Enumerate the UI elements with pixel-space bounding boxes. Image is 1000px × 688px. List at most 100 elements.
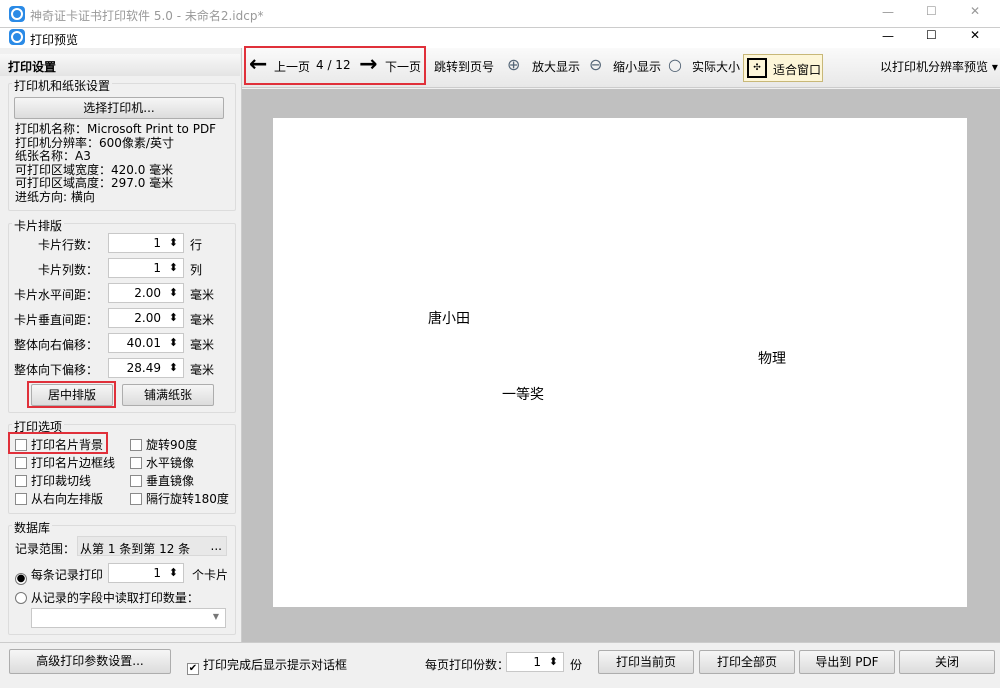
layout-row-label: 卡片垂直间距： (13, 313, 98, 327)
preview-text-name: 唐小田 (428, 311, 470, 327)
option-label: 打印裁切线 (31, 474, 92, 488)
per-record-count[interactable]: 1 (108, 563, 184, 583)
paper-name: 纸张名称：A3 (15, 149, 91, 163)
field-select[interactable]: ▼ (31, 608, 226, 628)
option-checkbox[interactable]: 从右向左排版 (15, 490, 103, 507)
minimize-button[interactable]: — (882, 29, 894, 43)
fit-window-label: 适合窗口 (773, 63, 822, 77)
radio-per-record-label: 每条记录打印 (30, 568, 103, 582)
outer-maximize-button[interactable]: ☐ (926, 4, 937, 18)
next-arrow-icon[interactable]: → (359, 52, 377, 77)
center-layout-button[interactable]: 居中排版 (31, 384, 113, 406)
goto-page-button[interactable]: 跳转到页号 (434, 58, 494, 75)
select-printer-button[interactable]: 选择打印机... (14, 97, 224, 119)
printer-info: 打印机名称：Microsoft Print to PDF 打印机分辨率：600像… (15, 122, 217, 204)
layout-row-spinner[interactable]: 1 (108, 233, 184, 253)
actual-size-button[interactable]: 实际大小 (692, 58, 740, 75)
app-icon (9, 29, 25, 45)
show-dialog-checkbox[interactable]: ✔ 打印完成后显示提示对话框 (187, 656, 347, 675)
option-label: 水平镜像 (146, 456, 195, 470)
layout-row-label: 卡片列数： (37, 263, 98, 277)
layout-row-spinner[interactable]: 2.00 (108, 283, 184, 303)
layout-row-label: 整体向下偏移： (13, 363, 98, 377)
dialog-title: 打印预览 (30, 33, 79, 47)
zoom-out-icon[interactable]: ⊖ (589, 55, 602, 74)
fit-window-icon: ✣ (747, 58, 767, 78)
printer-resolution: 打印机分辨率：600像素/英寸 (15, 135, 174, 150)
layout-row-unit: 毫米 (190, 363, 215, 377)
layout-row-label: 卡片行数： (37, 238, 98, 252)
prev-arrow-icon[interactable]: ← (249, 52, 267, 77)
copies-unit: 份 (570, 658, 583, 672)
layout-row-spinner[interactable]: 28.49 (108, 358, 184, 378)
radio-from-field[interactable]: 从记录的字段中读取打印数量： (15, 589, 199, 606)
range-more-button[interactable]: ... (211, 539, 222, 553)
page-indicator: 4 / 12 (316, 58, 351, 72)
database-group-label: 数据库 (12, 519, 53, 536)
option-label: 隔行旋转180度 (146, 492, 229, 506)
option-label: 打印名片背景 (31, 438, 104, 452)
printer-name: 打印机名称：Microsoft Print to PDF (15, 122, 217, 136)
preview-page: 唐小田 物理 一等奖 (273, 118, 967, 607)
option-label: 旋转90度 (146, 438, 198, 452)
dialog-titlebar: 打印预览 — ☐ ✕ (0, 28, 1000, 48)
printer-group-label: 打印机和纸张设置 (12, 77, 113, 94)
option-checkbox[interactable]: 打印名片边框线 (15, 454, 115, 471)
print-all-button[interactable]: 打印全部页 (699, 650, 795, 674)
outer-minimize-button[interactable]: — (882, 5, 894, 19)
option-checkbox[interactable]: 垂直镜像 (130, 472, 194, 489)
option-label: 打印名片边框线 (31, 456, 116, 470)
resolution-label: 以打印机分辨率预览 (880, 60, 989, 74)
copies-spinner[interactable]: 1 (506, 652, 564, 672)
outer-title: 神奇证卡证书打印软件 5.0 - 未命名2.idcp* (30, 9, 264, 23)
advanced-settings-button[interactable]: 高级打印参数设置... (9, 649, 171, 674)
layout-group-label: 卡片排版 (12, 217, 65, 234)
maximize-button[interactable]: ☐ (926, 28, 937, 42)
radio-per-record[interactable]: ● 每条记录打印 (15, 566, 103, 585)
layout-row-unit: 毫米 (190, 288, 215, 302)
layout-row-spinner[interactable]: 40.01 (108, 333, 184, 353)
prev-page-button[interactable]: 上一页 (274, 58, 310, 75)
print-current-button[interactable]: 打印当前页 (598, 650, 694, 674)
chevron-down-icon: ▼ (212, 612, 219, 621)
layout-row-unit: 行 (190, 238, 203, 252)
layout-row-unit: 毫米 (190, 313, 215, 327)
copies-label: 每页打印份数： (425, 658, 510, 672)
close-button[interactable]: ✕ (970, 28, 980, 42)
option-checkbox[interactable]: 隔行旋转180度 (130, 490, 229, 507)
layout-row-spinner[interactable]: 2.00 (108, 308, 184, 328)
actual-size-icon[interactable]: ○ (668, 55, 682, 74)
layout-row-label: 整体向右偏移： (13, 338, 98, 352)
radio-from-field-label: 从记录的字段中读取打印数量： (30, 591, 199, 605)
outer-close-button[interactable]: ✕ (970, 4, 980, 18)
per-record-unit: 个卡片 (192, 568, 229, 582)
option-label: 从右向左排版 (31, 492, 104, 506)
app-icon (9, 6, 25, 22)
export-pdf-button[interactable]: 导出到 PDF (799, 650, 895, 674)
outer-titlebar: 神奇证卡证书打印软件 5.0 - 未命名2.idcp* — ☐ ✕ (0, 0, 1000, 28)
layout-row-label: 卡片水平间距： (13, 288, 98, 302)
resolution-dropdown[interactable]: 以打印机分辨率预览 ▾ (880, 58, 998, 75)
next-page-button[interactable]: 下一页 (385, 58, 421, 75)
close-dialog-button[interactable]: 关闭 (899, 650, 995, 674)
show-dialog-label: 打印完成后显示提示对话框 (203, 658, 348, 672)
option-checkbox[interactable]: 水平镜像 (130, 454, 194, 471)
option-checkbox[interactable]: 打印名片背景 (15, 436, 103, 453)
layout-row-unit: 毫米 (190, 338, 215, 352)
fit-window-button[interactable]: ✣ 适合窗口 (743, 54, 823, 82)
preview-text-subject: 物理 (758, 351, 786, 367)
paper-orientation: 进纸方向: 横向 (15, 189, 95, 204)
preview-text-award: 一等奖 (502, 387, 544, 403)
option-checkbox[interactable]: 打印裁切线 (15, 472, 91, 489)
fill-paper-button[interactable]: 铺满纸张 (122, 384, 214, 406)
layout-row-spinner[interactable]: 1 (108, 258, 184, 278)
range-field[interactable]: 从第 1 条到第 12 条 ... (77, 536, 227, 556)
layout-row-unit: 列 (190, 263, 203, 277)
range-value: 从第 1 条到第 12 条 (80, 542, 191, 556)
zoom-in-button[interactable]: 放大显示 (532, 58, 580, 75)
option-checkbox[interactable]: 旋转90度 (130, 436, 197, 453)
range-label: 记录范围： (15, 542, 76, 556)
zoom-in-icon[interactable]: ⊕ (507, 55, 520, 74)
zoom-out-button[interactable]: 缩小显示 (613, 58, 661, 75)
printable-height: 可打印区域高度：297.0 毫米 (15, 176, 174, 190)
